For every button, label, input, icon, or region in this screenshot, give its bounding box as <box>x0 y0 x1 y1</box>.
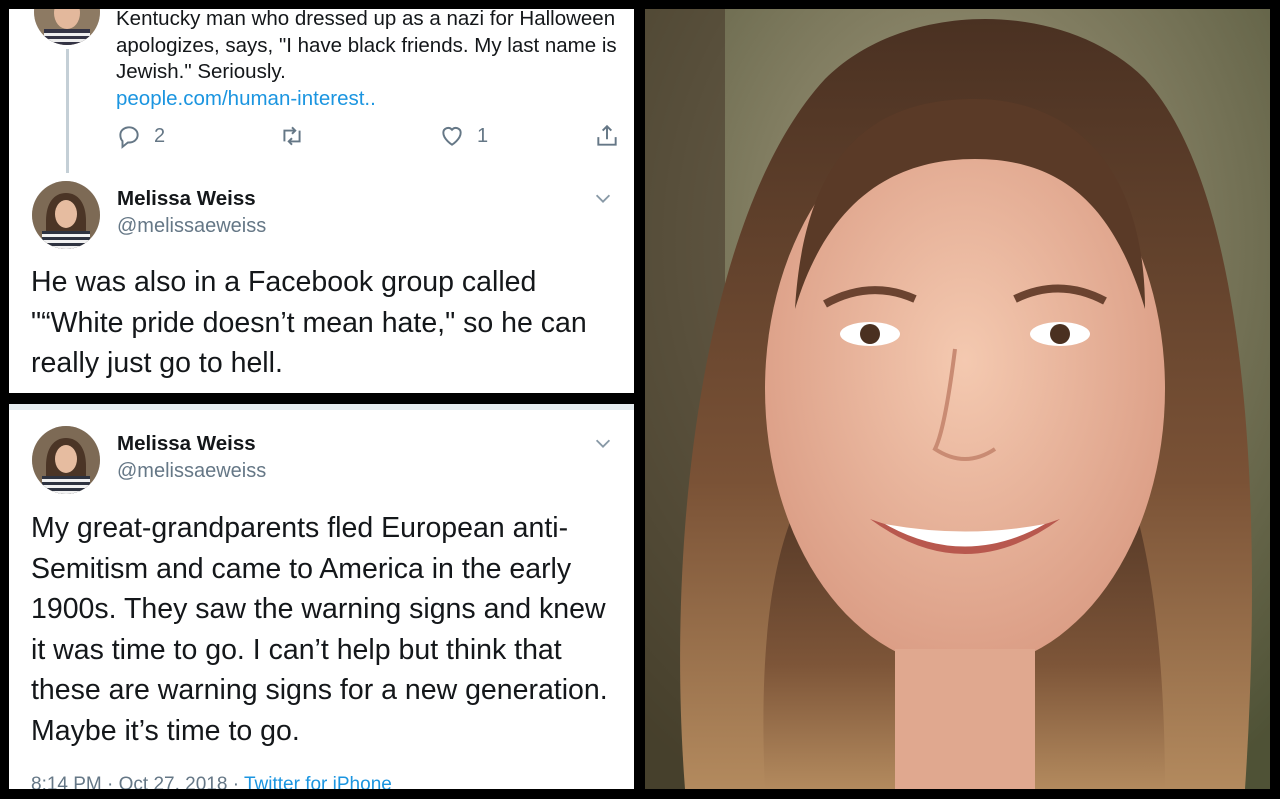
reply-button[interactable]: 2 <box>116 123 165 149</box>
quoted-tweet-body: Kentucky man who dressed up as a nazi fo… <box>116 9 617 83</box>
portrait-image <box>645 9 1270 789</box>
quoted-author-avatar[interactable] <box>34 9 100 45</box>
tweet-timestamp[interactable]: 8:14 PM · Oct 27, 2018 · <box>31 774 244 789</box>
quoted-tweet-text: Kentucky man who dressed up as a nazi fo… <box>116 9 626 112</box>
tweet-panel: Melissa Weiss @melissaeweiss My great-gr… <box>9 404 634 789</box>
chevron-down-icon[interactable] <box>592 187 614 209</box>
like-button[interactable]: 1 <box>439 123 488 149</box>
divider <box>9 404 634 410</box>
retweet-icon <box>283 126 301 146</box>
retweet-button[interactable] <box>279 123 305 149</box>
author-name[interactable]: Melissa Weiss <box>117 432 256 456</box>
like-count: 1 <box>477 124 489 147</box>
author-handle[interactable]: @melissaeweiss <box>117 460 266 483</box>
share-icon <box>597 124 617 146</box>
thread-connector-line <box>66 49 69 173</box>
share-button[interactable] <box>594 123 620 149</box>
author-name[interactable]: Melissa Weiss <box>117 187 256 211</box>
reply-count: 2 <box>154 124 166 147</box>
author-handle[interactable]: @melissaeweiss <box>117 215 266 238</box>
portrait-photo <box>645 9 1270 789</box>
tweet-thread-panel: Kentucky man who dressed up as a nazi fo… <box>9 9 634 393</box>
tweet-meta: 8:14 PM · Oct 27, 2018 · Twitter for iPh… <box>31 774 392 789</box>
tweet-action-bar: 2 1 <box>116 123 617 153</box>
tweet-source[interactable]: Twitter for iPhone <box>244 774 392 789</box>
quoted-tweet-link[interactable]: people.com/human-interest.. <box>116 87 376 110</box>
chevron-down-icon[interactable] <box>592 432 614 454</box>
reply-icon <box>119 126 139 149</box>
reply-tweet-header: Melissa Weiss @melissaeweiss <box>32 181 632 251</box>
tweet-text: My great-grandparents fled European anti… <box>31 512 608 747</box>
heart-icon <box>442 126 462 146</box>
reply-tweet-text: He was also in a Facebook group called "… <box>31 266 587 379</box>
avatar[interactable] <box>32 426 100 494</box>
tweet-header: Melissa Weiss @melissaeweiss <box>32 426 632 496</box>
avatar[interactable] <box>32 181 100 249</box>
